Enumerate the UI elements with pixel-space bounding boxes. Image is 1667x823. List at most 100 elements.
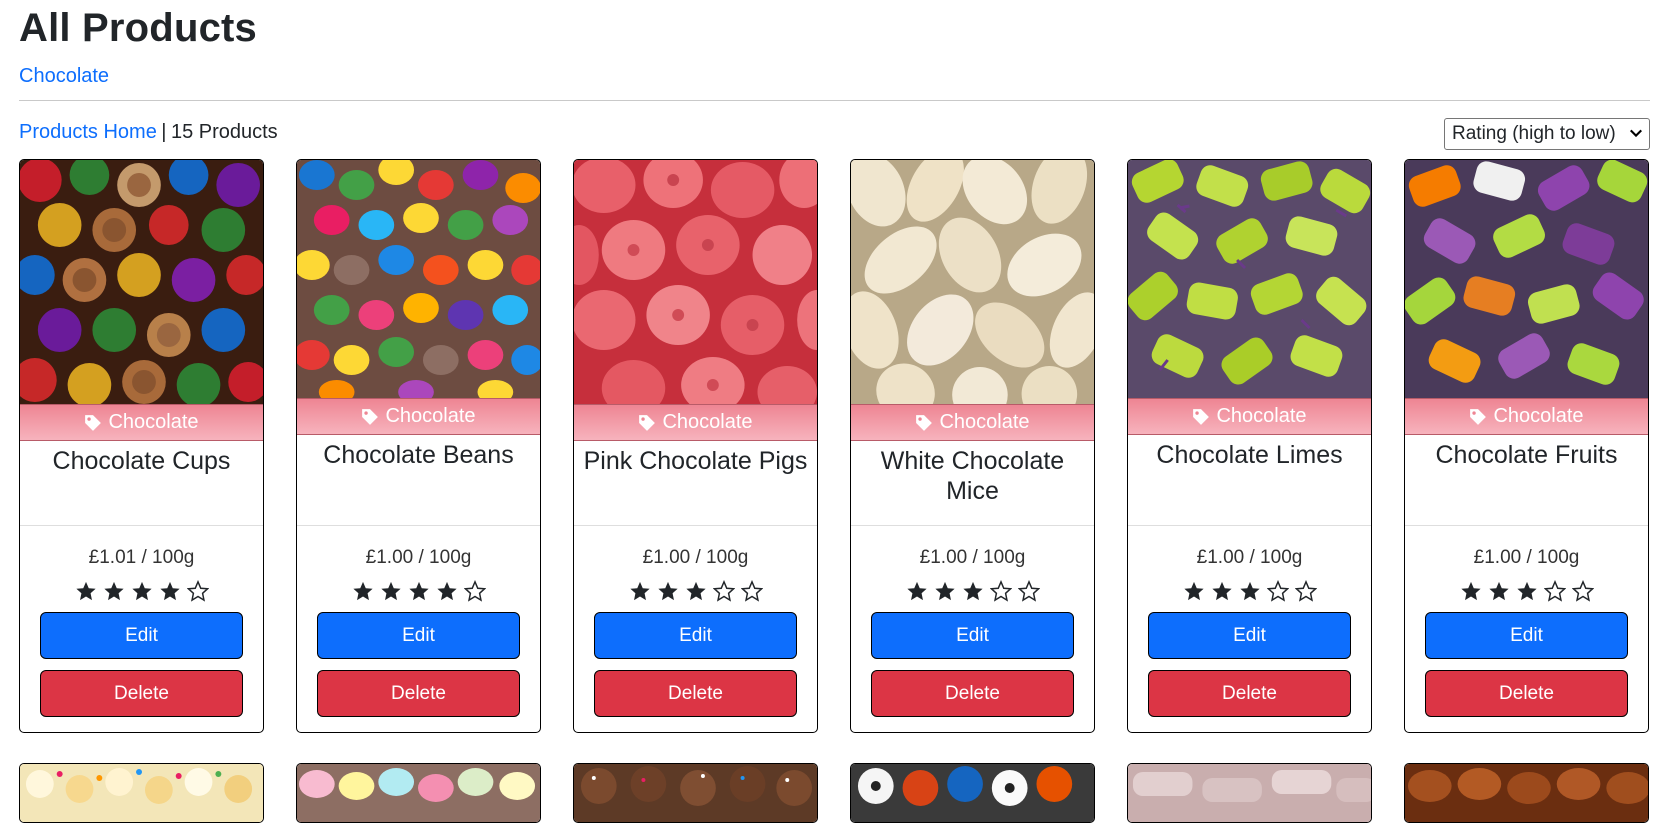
toolbar: Products Home | 15 Products Rating (high… <box>19 118 1650 150</box>
star-filled-icon <box>657 581 678 601</box>
product-card: Chocolate White Chocolate Mice £1.00 / 1… <box>850 159 1095 733</box>
star-filled-icon <box>962 581 983 601</box>
star-filled-icon <box>408 581 429 601</box>
star-filled-icon <box>1239 581 1260 601</box>
card-divider <box>1405 525 1648 526</box>
star-filled-icon <box>1488 581 1509 601</box>
card-divider <box>574 525 817 526</box>
card-divider <box>851 525 1094 526</box>
star-rating <box>20 580 263 602</box>
category-link-chocolate[interactable]: Chocolate <box>19 62 109 90</box>
category-tag: Chocolate <box>297 398 540 435</box>
star-filled-icon <box>159 581 180 601</box>
star-empty-icon <box>1543 580 1566 602</box>
chevron-down-icon <box>1630 129 1642 138</box>
category-label: Chocolate <box>108 411 199 433</box>
star-filled-icon <box>1183 581 1204 601</box>
product-image <box>297 764 540 822</box>
product-image <box>1128 764 1371 822</box>
tag-icon <box>1470 408 1487 425</box>
star-filled-icon <box>1211 581 1232 601</box>
product-card <box>19 763 264 823</box>
product-name: Pink Chocolate Pigs <box>583 447 808 475</box>
delete-button[interactable]: Delete <box>871 670 1074 717</box>
star-filled-icon <box>380 581 401 601</box>
category-label: Chocolate <box>1493 405 1584 427</box>
product-image <box>20 160 263 404</box>
star-filled-icon <box>629 581 650 601</box>
delete-button[interactable]: Delete <box>40 670 243 717</box>
edit-button[interactable]: Edit <box>594 612 797 659</box>
product-image <box>574 160 817 404</box>
edit-button[interactable]: Edit <box>317 612 520 659</box>
product-image <box>574 764 817 822</box>
product-image <box>1128 160 1371 398</box>
card-divider <box>1128 525 1371 526</box>
product-card <box>573 763 818 823</box>
products-home-link[interactable]: Products Home <box>19 121 157 143</box>
product-card <box>296 763 541 823</box>
category-label: Chocolate <box>662 411 753 433</box>
product-card: Chocolate Chocolate Beans £1.00 / 100g E… <box>296 159 541 733</box>
toolbar-separator: | <box>161 121 167 143</box>
product-price: £1.01 / 100g <box>88 547 195 568</box>
star-filled-icon <box>436 581 457 601</box>
star-filled-icon <box>352 581 373 601</box>
product-price: £1.00 / 100g <box>1196 547 1303 568</box>
product-price: £1.00 / 100g <box>642 547 749 568</box>
tag-icon <box>916 414 933 431</box>
delete-button[interactable]: Delete <box>1425 670 1628 717</box>
star-empty-icon <box>186 580 209 602</box>
star-filled-icon <box>906 581 927 601</box>
product-image <box>20 764 263 822</box>
tag-icon <box>362 408 379 425</box>
edit-button[interactable]: Edit <box>1148 612 1351 659</box>
product-count: 15 Products <box>170 121 278 143</box>
tag-icon <box>85 414 102 431</box>
category-tag: Chocolate <box>1128 398 1371 435</box>
product-card: Chocolate Pink Chocolate Pigs £1.00 / 10… <box>573 159 818 733</box>
star-rating <box>1405 580 1648 602</box>
category-tag: Chocolate <box>574 404 817 441</box>
product-name: Chocolate Beans <box>323 441 514 469</box>
category-tag: Chocolate <box>851 404 1094 441</box>
sort-select[interactable]: Rating (high to low) <box>1444 118 1650 150</box>
star-filled-icon <box>934 581 955 601</box>
star-filled-icon <box>75 581 96 601</box>
product-image <box>1405 160 1648 398</box>
product-card <box>1127 763 1372 823</box>
star-filled-icon <box>1516 581 1537 601</box>
category-label: Chocolate <box>939 411 1030 433</box>
star-rating <box>297 580 540 602</box>
divider <box>19 100 1650 101</box>
category-label: Chocolate <box>385 405 476 427</box>
product-price: £1.00 / 100g <box>365 547 472 568</box>
product-image <box>851 764 1094 822</box>
product-price: £1.00 / 100g <box>1473 547 1580 568</box>
edit-button[interactable]: Edit <box>40 612 243 659</box>
star-empty-icon <box>1266 580 1289 602</box>
star-empty-icon <box>463 580 486 602</box>
product-card: Chocolate Chocolate Limes £1.00 / 100g E… <box>1127 159 1372 733</box>
star-empty-icon <box>989 580 1012 602</box>
edit-button[interactable]: Edit <box>871 612 1074 659</box>
star-empty-icon <box>740 580 763 602</box>
star-rating <box>1128 580 1371 602</box>
product-name: White Chocolate Mice <box>880 447 1065 505</box>
sort-selected-label: Rating (high to low) <box>1452 123 1616 144</box>
product-name: Chocolate Fruits <box>1435 441 1618 469</box>
product-image <box>851 160 1094 404</box>
star-filled-icon <box>103 581 124 601</box>
delete-button[interactable]: Delete <box>594 670 797 717</box>
delete-button[interactable]: Delete <box>317 670 520 717</box>
star-empty-icon <box>1294 580 1317 602</box>
tag-icon <box>1193 408 1210 425</box>
edit-button[interactable]: Edit <box>1425 612 1628 659</box>
product-image <box>1405 764 1648 822</box>
product-card: Chocolate Chocolate Cups £1.01 / 100g Ed… <box>19 159 264 733</box>
product-name: Chocolate Cups <box>52 447 231 475</box>
product-card <box>1404 763 1649 823</box>
star-rating <box>851 580 1094 602</box>
product-name: Chocolate Limes <box>1156 441 1343 469</box>
delete-button[interactable]: Delete <box>1148 670 1351 717</box>
